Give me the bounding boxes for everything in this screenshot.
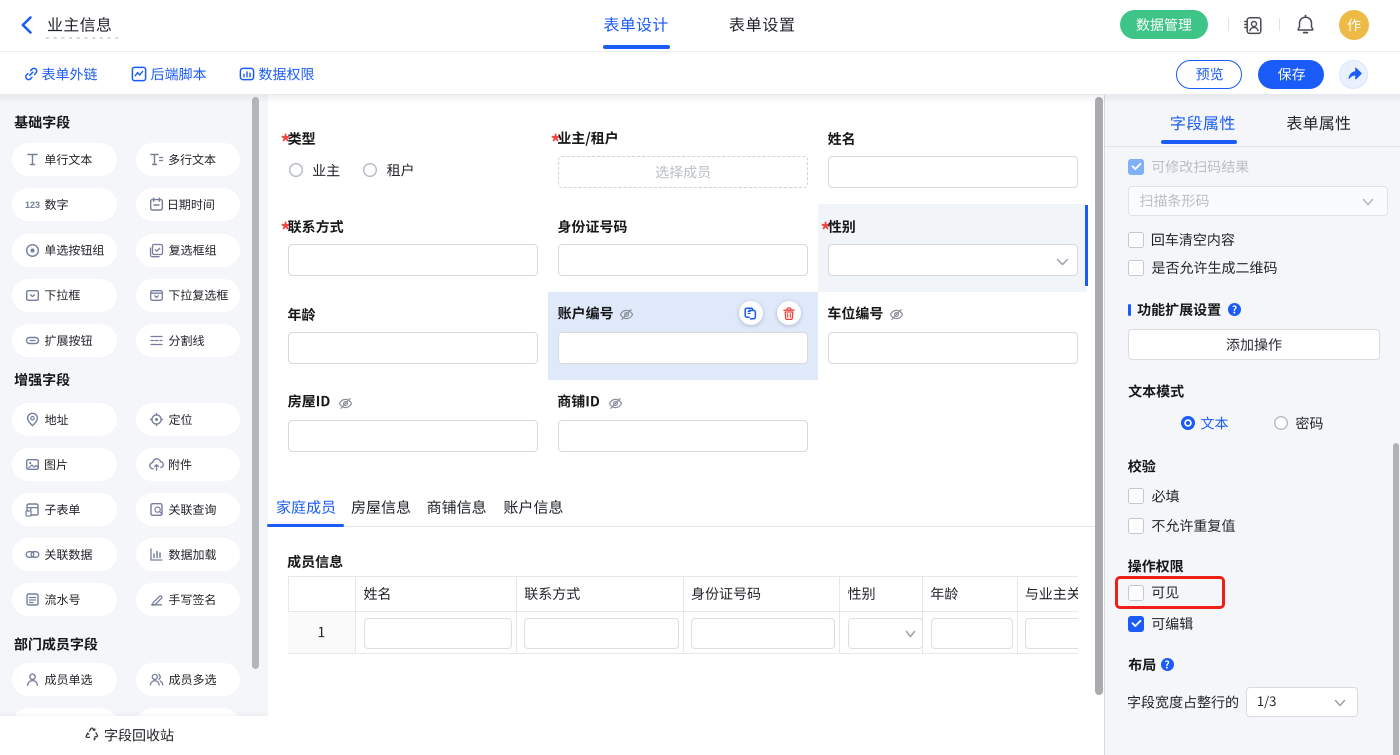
svg-text:123: 123	[25, 200, 40, 210]
